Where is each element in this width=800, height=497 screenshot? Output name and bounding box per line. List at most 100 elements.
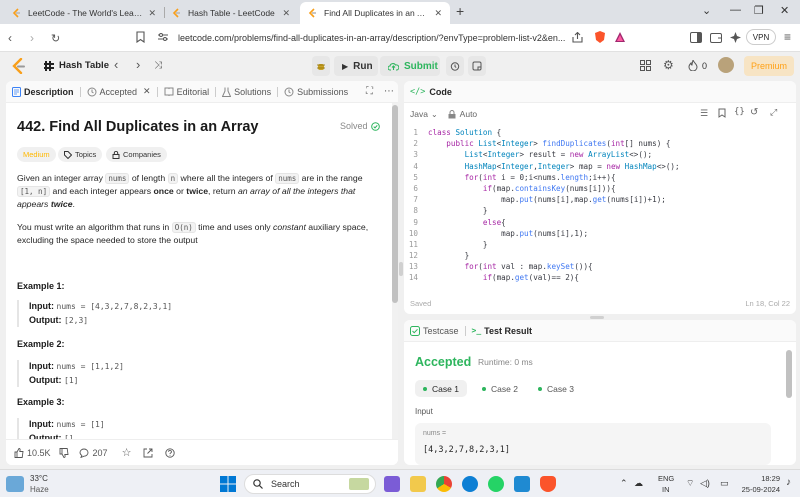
tab-description[interactable]: Description — [12, 86, 74, 97]
close-icon[interactable]: ✕ — [282, 8, 290, 19]
notifications-icon[interactable]: ♪ — [786, 477, 791, 488]
code-line[interactable]: 2 public List<Integer> findDuplicates(in… — [404, 138, 796, 149]
code-line[interactable]: 14 if(map.get(val)== 2){ — [404, 272, 796, 283]
prev-problem-icon[interactable]: ‹ — [114, 57, 118, 72]
like-button[interactable]: 10.5K — [14, 448, 51, 458]
vpn-button[interactable]: VPN — [746, 29, 776, 45]
difficulty-badge[interactable]: Medium — [17, 147, 56, 162]
notes-icon[interactable] — [468, 56, 486, 76]
code-line[interactable]: 4 HashMap<Integer,Integer> map = new Has… — [404, 161, 796, 172]
browser-tab-hash-table[interactable]: Hash Table - LeetCode ✕ — [164, 2, 298, 24]
new-tab-plus-icon[interactable]: + — [456, 3, 464, 19]
wallet-icon[interactable] — [710, 32, 722, 43]
help-icon[interactable] — [165, 447, 176, 458]
leo-ai-icon[interactable] — [730, 32, 741, 43]
code-line[interactable]: 9 else{ — [404, 217, 796, 228]
close-icon[interactable]: ✕ — [434, 8, 442, 19]
horizontal-splitter-handle[interactable] — [590, 316, 604, 319]
tab-submissions[interactable]: Submissions — [284, 87, 348, 97]
next-problem-icon[interactable]: › — [136, 57, 140, 72]
tab-testcase[interactable]: Testcase — [410, 325, 459, 336]
file-explorer-icon[interactable] — [410, 476, 426, 492]
clock-date[interactable]: 25-09-2024 — [736, 485, 780, 494]
timer-icon[interactable] — [446, 56, 464, 76]
shuffle-icon[interactable]: ⤨ — [154, 60, 162, 71]
debug-icon[interactable] — [312, 56, 330, 76]
comments-button[interactable]: 207 — [79, 448, 108, 458]
leetcode-logo-icon[interactable] — [12, 58, 26, 74]
code-line[interactable]: 12 } — [404, 250, 796, 261]
close-icon[interactable]: ✕ — [143, 86, 151, 97]
reload-icon[interactable]: ↻ — [51, 32, 60, 45]
problem-list-button[interactable]: Hash Table — [44, 60, 109, 71]
fullscreen-icon[interactable]: ⤢ — [770, 107, 777, 118]
code-line[interactable]: 7 map.put(nums[i],map.get(nums[i])+1); — [404, 194, 796, 205]
tab-test-result[interactable]: >_ Test Result — [472, 326, 532, 336]
window-close-icon[interactable]: ✕ — [780, 4, 789, 17]
language-code[interactable]: ENG — [658, 474, 674, 483]
settings-gear-icon[interactable]: ⚙ — [663, 58, 674, 72]
browser-tab-active[interactable]: Find All Duplicates in an Array ✕ — [300, 2, 450, 24]
vscode-icon[interactable] — [514, 476, 530, 492]
case-tab-3[interactable]: Case 3 — [530, 380, 582, 397]
streak-counter[interactable]: 0 — [688, 60, 707, 71]
close-icon[interactable]: ✕ — [148, 8, 156, 19]
tray-chevron-icon[interactable]: ⌃ — [620, 478, 628, 489]
reset-icon[interactable]: ↺ — [750, 107, 758, 118]
code-line[interactable]: 13 for(int val : map.keySet()){ — [404, 261, 796, 272]
speaker-icon[interactable]: ◁) — [700, 478, 710, 489]
whatsapp-icon[interactable] — [488, 476, 504, 492]
case-tab-1[interactable]: Case 1 — [415, 380, 467, 397]
companies-chip[interactable]: Companies — [106, 147, 167, 162]
windows-start-icon[interactable] — [220, 476, 236, 492]
code-line[interactable]: 8 } — [404, 205, 796, 216]
language-region[interactable]: IN — [662, 485, 670, 494]
submit-button[interactable]: Submit — [380, 56, 440, 76]
sidebar-toggle-icon[interactable] — [690, 32, 702, 43]
avatar[interactable] — [718, 57, 734, 73]
chrome-icon[interactable] — [436, 476, 452, 492]
battery-icon[interactable]: ▭ — [720, 478, 729, 489]
minimize-icon[interactable]: — — [730, 4, 741, 16]
language-select[interactable]: Java ⌄ — [410, 109, 438, 119]
code-line[interactable]: 11 } — [404, 239, 796, 250]
taskbar-search[interactable]: Search — [244, 474, 376, 494]
share-icon[interactable] — [572, 32, 583, 43]
tab-accepted[interactable]: Accepted ✕ — [87, 86, 151, 97]
braces-icon[interactable]: {} — [734, 107, 745, 117]
star-icon[interactable]: ☆ — [122, 446, 132, 459]
description-scrollbar[interactable] — [392, 103, 398, 439]
more-options-icon[interactable]: ⋯ — [384, 86, 394, 97]
brave-icon[interactable] — [540, 476, 556, 492]
case-tab-2[interactable]: Case 2 — [474, 380, 526, 397]
cloud-icon[interactable]: ☁ — [634, 478, 643, 489]
dislike-button[interactable] — [59, 447, 69, 458]
autocomplete-toggle[interactable]: Auto — [448, 109, 477, 119]
url-field[interactable]: leetcode.com/problems/find-all-duplicate… — [160, 28, 570, 48]
code-scrollbar[interactable] — [790, 127, 796, 295]
code-line[interactable]: 6 if(map.containsKey(nums[i])){ — [404, 183, 796, 194]
format-icon[interactable]: ☰ — [700, 108, 708, 119]
weather-icon[interactable] — [6, 476, 24, 492]
code-line[interactable]: 5 for(int i = 0;i<nums.length;i++){ — [404, 172, 796, 183]
wifi-icon[interactable]: ⌔ — [686, 478, 694, 489]
maximize-icon[interactable]: ⛶ — [366, 86, 373, 97]
code-editor[interactable]: 1 class Solution {2 public List<Integer> … — [404, 127, 796, 295]
back-icon[interactable]: ‹ — [8, 31, 12, 45]
tab-solutions[interactable]: Solutions — [222, 87, 271, 97]
code-line[interactable]: 1 class Solution { — [404, 127, 796, 138]
premium-button[interactable]: Premium — [744, 56, 794, 76]
code-line[interactable]: 3 List<Integer> result = new ArrayList<>… — [404, 149, 796, 160]
topics-chip[interactable]: Topics — [58, 147, 103, 162]
layout-icon[interactable] — [640, 60, 651, 71]
brave-shield-icon[interactable] — [594, 30, 606, 44]
vertical-splitter-handle[interactable] — [399, 262, 403, 276]
menu-icon[interactable]: ≡ — [784, 30, 791, 44]
bookmark-icon[interactable] — [718, 108, 726, 118]
test-panel-scrollbar[interactable] — [786, 350, 792, 398]
tab-editorial[interactable]: Editorial — [164, 87, 209, 97]
scrollbar-thumb[interactable] — [392, 105, 398, 303]
edge-icon[interactable] — [462, 476, 478, 492]
restore-icon[interactable]: ❐ — [754, 4, 764, 17]
run-button[interactable]: ▶ Run — [334, 56, 378, 76]
